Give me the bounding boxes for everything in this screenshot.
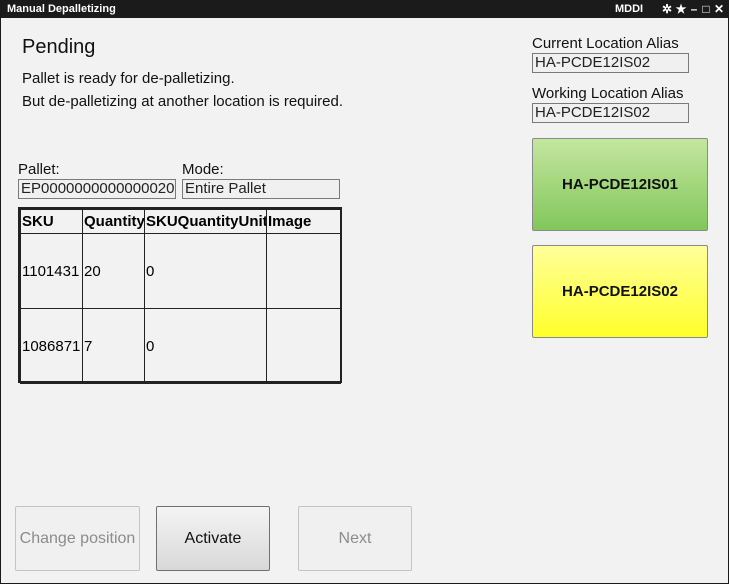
column-header-quantity[interactable]: Quantity [82,209,145,234]
working-location-label: Working Location Alias [532,85,684,102]
window-subtitle: MDDI [615,3,644,15]
next-button[interactable]: Next [298,506,412,571]
cell-quantity[interactable]: 7 [82,308,145,384]
activate-button[interactable]: Activate [156,506,270,571]
star-icon[interactable]: ★ [675,2,687,16]
sku-table: SKU Quantity SKUQuantityUnit Image 11014… [20,209,341,384]
cell-sku[interactable]: 1086871 [20,308,83,384]
status-heading: Pending [22,36,96,58]
working-location-field[interactable]: HA-PCDE12IS02 [532,103,689,123]
column-header-sku-quantity-unit[interactable]: SKUQuantityUnit [144,209,267,234]
pin-icon[interactable]: ✲ [661,2,673,16]
cell-sku[interactable]: 1101431 [20,233,83,309]
cell-image[interactable] [266,233,341,309]
window-title: Manual Depalletizing [7,3,116,15]
close-icon[interactable]: ✕ [713,2,725,16]
table-row[interactable]: 1101431 20 0 [20,233,341,309]
current-location-field[interactable]: HA-PCDE12IS02 [532,53,689,73]
mode-label: Mode: [182,161,224,178]
cell-image[interactable] [266,308,341,384]
title-bar: Manual Depalletizing MDDI ✲ ★ – □ ✕ [1,1,728,18]
minimize-icon[interactable]: – [688,2,700,16]
status-message-line-2: But de-palletizing at another location i… [22,93,344,110]
pallet-label: Pallet: [18,161,60,178]
mode-field[interactable]: Entire Pallet [182,179,340,199]
location-button-is02[interactable]: HA-PCDE12IS02 [532,245,708,338]
sku-grid: SKU Quantity SKUQuantityUnit Image 11014… [18,207,342,384]
table-row[interactable]: 1086871 7 0 [20,308,341,384]
status-message-line-1: Pallet is ready for de-palletizing. [22,70,235,87]
current-location-label: Current Location Alias [532,35,679,52]
column-header-sku[interactable]: SKU [20,209,83,234]
manual-depalletizing-window: Manual Depalletizing MDDI ✲ ★ – □ ✕ Pend… [0,0,729,584]
cell-unit[interactable]: 0 [144,233,267,309]
column-header-image[interactable]: Image [266,209,341,234]
maximize-icon[interactable]: □ [700,2,712,16]
location-button-is01[interactable]: HA-PCDE12IS01 [532,138,708,231]
change-position-button[interactable]: Change position [15,506,140,571]
cell-quantity[interactable]: 20 [82,233,145,309]
table-header-row: SKU Quantity SKUQuantityUnit Image [20,209,341,234]
cell-unit[interactable]: 0 [144,308,267,384]
pallet-field[interactable]: EP000000000000002002 [18,179,176,199]
